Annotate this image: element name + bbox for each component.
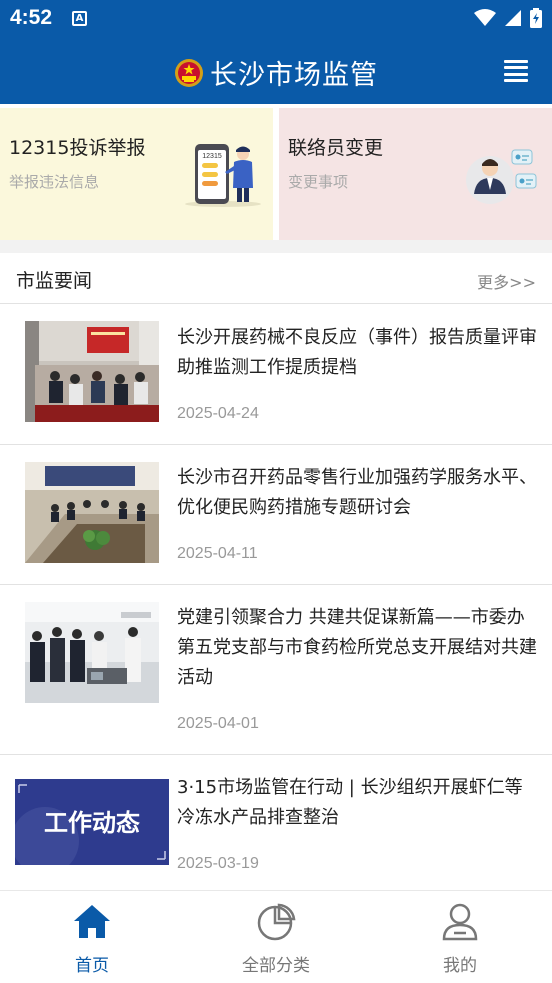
news-item-date: 2025-03-19 — [177, 855, 259, 872]
complaint-phone-illustration-icon: 12315 — [185, 144, 261, 207]
news-item[interactable]: 工作动态 3·15市场监管在行动 | 长沙组织开展虾仁等冷冻水产品排查整治 20… — [0, 755, 552, 890]
notification-icon: A — [72, 11, 87, 26]
nav-tab-label: 我的 — [443, 956, 477, 976]
nav-tab-home[interactable]: 首页 — [32, 903, 152, 976]
service-cards: 12315投诉举报 举报违法信息 12315 联络员变更 变更事项 — [0, 104, 552, 240]
menu-icon-bar — [504, 72, 528, 76]
menu-icon-bar — [504, 78, 528, 82]
news-item[interactable]: 长沙市召开药品零售行业加强药学服务水平、优化便民购药措施专题研讨会 2025-0… — [0, 445, 552, 585]
nav-tab-label: 全部分类 — [242, 956, 310, 976]
pie-chart-icon — [257, 903, 296, 941]
bottom-navigation: 首页 全部分类 我的 — [0, 890, 552, 983]
news-thumbnail — [25, 602, 159, 703]
home-icon — [74, 905, 110, 938]
card-title: 12315投诉举报 — [9, 137, 146, 159]
news-item-title: 长沙市召开药品零售行业加强药学服务水平、优化便民购药措施专题研讨会 — [177, 467, 537, 518]
news-more-link[interactable]: 更多>> — [477, 269, 536, 293]
status-bar: 4:52 A — [0, 0, 552, 38]
news-thumbnail — [25, 462, 159, 563]
phone-screen-number: 12315 — [202, 153, 222, 160]
nav-tab-categories[interactable]: 全部分类 — [216, 903, 336, 976]
card-title: 联络员变更 — [288, 137, 384, 159]
app-title-group: 长沙市场监管 — [0, 53, 552, 92]
battery-icon — [530, 8, 542, 28]
news-item-date: 2025-04-11 — [177, 545, 258, 562]
news-item[interactable]: 长沙开展药械不良反应（事件）报告质量评审助推监测工作提质提档 2025-04-2… — [0, 305, 552, 445]
app-title: 长沙市场监管 — [210, 60, 378, 91]
user-icon — [442, 903, 478, 941]
status-time: 4:52 — [10, 6, 53, 29]
news-thumbnail — [25, 321, 159, 422]
wifi-icon — [474, 9, 496, 26]
news-item-title: 党建引领聚合力 共建共促谋新篇——市委办第五党支部与市食药检所党总支开展结对共建… — [177, 607, 537, 688]
news-item-title: 长沙开展药械不良反应（事件）报告质量评审助推监测工作提质提档 — [177, 327, 537, 378]
nav-tab-profile[interactable]: 我的 — [400, 903, 520, 976]
news-header: 市监要闻 更多>> — [0, 253, 552, 304]
news-item-date: 2025-04-01 — [177, 715, 259, 732]
liaison-change-card[interactable]: 联络员变更 变更事项 — [279, 108, 552, 240]
news-item-title: 3·15市场监管在行动 | 长沙组织开展虾仁等冷冻水产品排查整治 — [177, 777, 523, 828]
complaint-report-card[interactable]: 12315投诉举报 举报违法信息 12315 — [0, 108, 273, 240]
news-thumbnail: 工作动态 — [15, 779, 169, 865]
news-item[interactable]: 党建引领聚合力 共建共促谋新篇——市委办第五党支部与市食药检所党总支开展结对共建… — [0, 585, 552, 755]
menu-icon-bar — [504, 66, 528, 70]
menu-icon-bar — [504, 60, 528, 63]
work-news-thumb-text: 工作动态 — [44, 808, 140, 837]
card-subtitle: 变更事项 — [288, 173, 349, 191]
card-subtitle: 举报违法信息 — [9, 173, 100, 191]
national-emblem-icon — [175, 58, 203, 87]
news-item-date: 2025-04-24 — [177, 405, 259, 422]
app-bar: 长沙市场监管 — [0, 38, 552, 104]
nav-tab-label: 首页 — [75, 956, 109, 976]
signal-icon — [505, 10, 521, 26]
news-section: 市监要闻 更多>> 长沙开展药械不良反应（事件）报告质量评审助推监测工作提质提档… — [0, 253, 552, 890]
menu-button[interactable] — [504, 60, 528, 82]
news-section-title: 市监要闻 — [16, 270, 93, 292]
liaison-person-illustration-icon — [466, 149, 537, 204]
status-icons — [474, 8, 542, 28]
